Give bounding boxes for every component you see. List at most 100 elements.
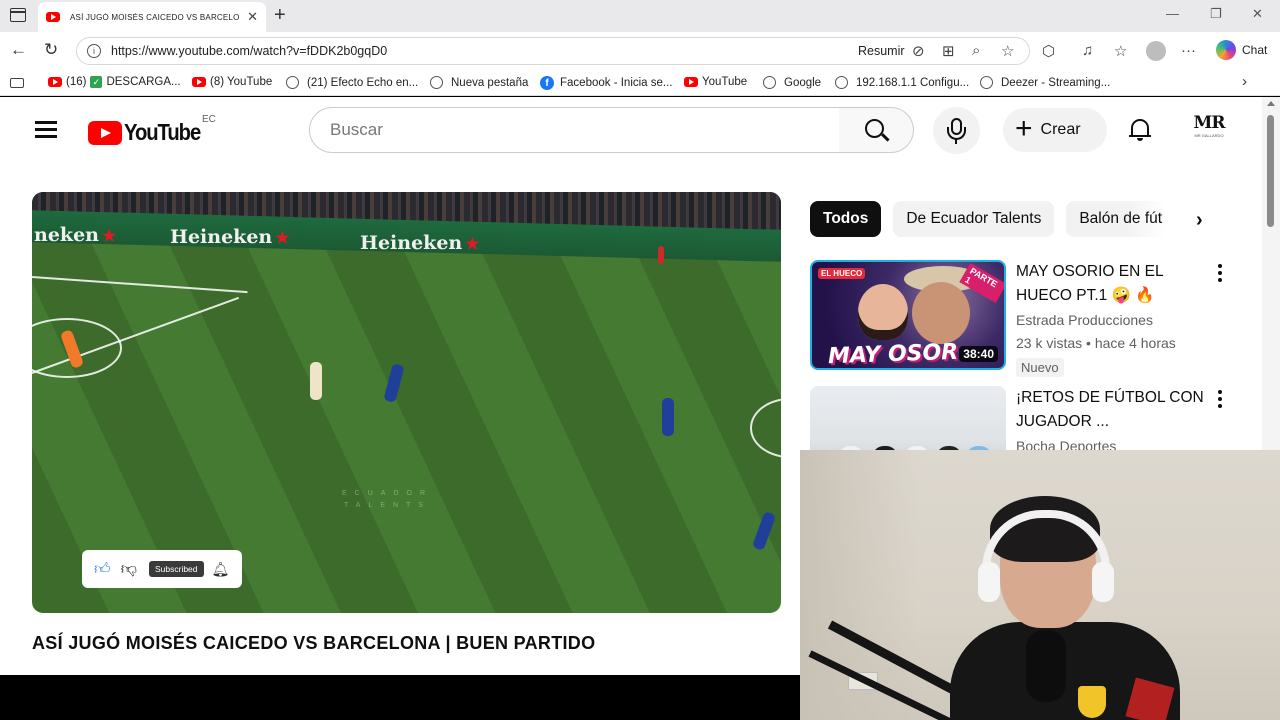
globe-icon bbox=[763, 76, 776, 89]
video-duration: 38:40 bbox=[959, 346, 998, 362]
bookmark-item[interactable]: (16) ✓ DESCARGA... bbox=[48, 76, 181, 88]
recommendation-channel[interactable]: Estrada Producciones bbox=[1016, 312, 1153, 328]
profile-avatar[interactable] bbox=[1146, 41, 1166, 61]
ad-board-text: Heineken ★ bbox=[170, 226, 290, 248]
account-subtext: MR GALLARDO bbox=[1194, 133, 1224, 138]
webcam-overlay bbox=[800, 450, 1280, 720]
new-tab-icon[interactable]: + bbox=[274, 4, 286, 27]
translate-icon[interactable]: ⊘ bbox=[912, 42, 925, 60]
bookmark-item[interactable]: YouTube bbox=[684, 76, 747, 88]
account-initials: MR bbox=[1193, 113, 1226, 133]
video-thumbnail[interactable]: EL HUECO PARTE 1 MAY OSOR 38:40 bbox=[810, 260, 1006, 370]
scrollbar-thumb[interactable] bbox=[1267, 115, 1274, 227]
bookmark-item[interactable]: (8) YouTube bbox=[192, 76, 272, 88]
copilot-icon bbox=[1216, 40, 1236, 60]
app-available-icon[interactable]: ⊞ bbox=[942, 42, 955, 60]
chip-all[interactable]: Todos bbox=[810, 201, 882, 237]
bookmarks-bar: (16) ✓ DESCARGA... (8) YouTube (21) Efec… bbox=[0, 70, 1280, 96]
linesman bbox=[658, 246, 664, 264]
recommendation-item[interactable]: EL HUECO PARTE 1 MAY OSOR 38:40 MAY OSOR… bbox=[810, 260, 1250, 377]
chip-topic[interactable]: Balón de fút bbox=[1066, 201, 1167, 237]
copilot-chat-button[interactable]: Chat bbox=[1216, 40, 1267, 60]
ad-board-text: neken ★ bbox=[34, 224, 117, 246]
summarize-button[interactable]: Resumir bbox=[858, 44, 905, 58]
thumbnail-text: MAY OSOR bbox=[827, 339, 959, 370]
voice-search-button[interactable] bbox=[933, 107, 980, 154]
browser-tab-bar: ASÍ JUGÓ MOISÉS CAICEDO VS BARCELONA | B… bbox=[0, 0, 1280, 32]
more-menu-icon[interactable]: ··· bbox=[1181, 42, 1196, 59]
chevron-right-icon[interactable]: › bbox=[1242, 73, 1247, 90]
create-button[interactable]: + Crear bbox=[1003, 108, 1107, 152]
youtube-icon bbox=[48, 77, 62, 87]
bookmark-item[interactable]: 192.168.1.1 Configu... bbox=[835, 76, 969, 89]
restore-icon[interactable]: ❐ bbox=[1210, 6, 1222, 22]
bookmark-item[interactable]: Deezer - Streaming... bbox=[980, 76, 1110, 89]
chelsea-player bbox=[383, 363, 405, 403]
minimize-icon[interactable]: — bbox=[1166, 6, 1179, 21]
favorite-star-icon[interactable]: ☆ bbox=[1001, 42, 1014, 60]
country-code: EC bbox=[202, 114, 216, 125]
bell-icon: 🔔︎ bbox=[211, 560, 230, 577]
globe-icon bbox=[430, 76, 443, 89]
facebook-icon: f bbox=[540, 76, 554, 90]
more-options-icon[interactable] bbox=[1218, 390, 1222, 410]
search-icon bbox=[865, 119, 884, 138]
search-input[interactable]: Buscar bbox=[309, 107, 840, 153]
bookmark-item[interactable]: f Facebook - Inicia se... bbox=[540, 76, 673, 90]
create-label: Crear bbox=[1040, 121, 1081, 138]
account-avatar[interactable]: MR MR GALLARDO bbox=[1190, 113, 1228, 147]
center-circle bbox=[750, 398, 781, 458]
new-badge: Nuevo bbox=[1016, 358, 1064, 377]
menu-icon[interactable] bbox=[35, 121, 57, 138]
video-player[interactable]: neken ★ Heineken ★ Heineken ★ ECUADOR TALEN… bbox=[32, 192, 781, 613]
recommendation-meta: 23 k vistas • hace 4 horas bbox=[1016, 335, 1176, 351]
back-icon[interactable]: ← bbox=[10, 40, 27, 60]
chevron-right-icon[interactable]: › bbox=[1196, 209, 1203, 232]
channel-watermark: ECUADOR TALENTS bbox=[342, 490, 434, 509]
subscribed-badge: Subscribed bbox=[148, 561, 204, 577]
plus-icon: + bbox=[1015, 111, 1033, 145]
shirt-badge bbox=[1078, 686, 1106, 718]
address-bar-row: ← ↻ i https://www.youtube.com/watch?v=fD… bbox=[0, 32, 1280, 70]
tab-title: ASÍ JUGÓ MOISÉS CAICEDO VS BARCELONA | B… bbox=[70, 12, 240, 22]
youtube-play-icon bbox=[88, 120, 122, 145]
youtube-logo-text: YouTube bbox=[124, 119, 201, 145]
youtube-icon bbox=[192, 77, 206, 87]
more-options-icon[interactable] bbox=[1218, 264, 1222, 284]
bookmark-item[interactable]: Google bbox=[763, 76, 821, 89]
chip-channel[interactable]: De Ecuador Talents bbox=[893, 201, 1055, 237]
favorites-icon[interactable]: ☆ bbox=[1114, 42, 1127, 60]
bookmark-item[interactable]: (21) Efecto Echo en... bbox=[286, 76, 418, 89]
filter-chips: Todos De Ecuador Talents Balón de fút bbox=[810, 201, 1178, 238]
scroll-up-icon[interactable] bbox=[1267, 101, 1275, 106]
browser-essentials-icon[interactable]: ♫ bbox=[1082, 42, 1093, 59]
extensions-icon[interactable]: ⬡ bbox=[1042, 42, 1055, 60]
subscribe-reminder-overlay: 👍︎ 👎︎ Subscribed 🔔︎ bbox=[82, 550, 242, 588]
close-tab-icon[interactable]: ✕ bbox=[247, 9, 258, 25]
zoom-icon[interactable]: ⌕ bbox=[972, 42, 980, 59]
site-info-icon[interactable]: i bbox=[87, 44, 101, 58]
close-window-icon[interactable]: ✕ bbox=[1252, 6, 1263, 22]
url-text: https://www.youtube.com/watch?v=fDDK2b0g… bbox=[111, 44, 388, 58]
check-icon: ✓ bbox=[90, 76, 103, 88]
tab-list-icon[interactable] bbox=[10, 78, 24, 88]
youtube-favicon-icon bbox=[46, 12, 60, 22]
recommendation-title[interactable]: MAY OSORIO EN EL HUECO PT.1 🤪 🔥 bbox=[1016, 260, 1206, 308]
bookmark-item[interactable]: Nueva pestaña bbox=[430, 76, 528, 89]
pitch-line bbox=[32, 276, 248, 294]
globe-icon bbox=[835, 76, 848, 89]
refresh-icon[interactable]: ↻ bbox=[44, 40, 58, 60]
chelsea-player bbox=[751, 511, 777, 551]
chelsea-player bbox=[662, 398, 674, 436]
microphone bbox=[1026, 630, 1066, 702]
browser-tab-active[interactable]: ASÍ JUGÓ MOISÉS CAICEDO VS BARCELONA | B… bbox=[38, 2, 266, 32]
ad-board-text: Heineken ★ bbox=[360, 232, 480, 254]
barcelona-player bbox=[310, 362, 322, 400]
tab-actions-icon[interactable] bbox=[10, 8, 26, 22]
dislike-icon: 👎︎ bbox=[120, 560, 137, 578]
recommendation-title[interactable]: ¡RETOS DE FÚTBOL CON JUGADOR ... bbox=[1016, 386, 1206, 434]
notifications-bell-icon[interactable] bbox=[1129, 117, 1151, 141]
chat-label: Chat bbox=[1242, 43, 1268, 57]
youtube-logo[interactable]: YouTube bbox=[88, 119, 211, 146]
search-button[interactable] bbox=[839, 107, 914, 153]
